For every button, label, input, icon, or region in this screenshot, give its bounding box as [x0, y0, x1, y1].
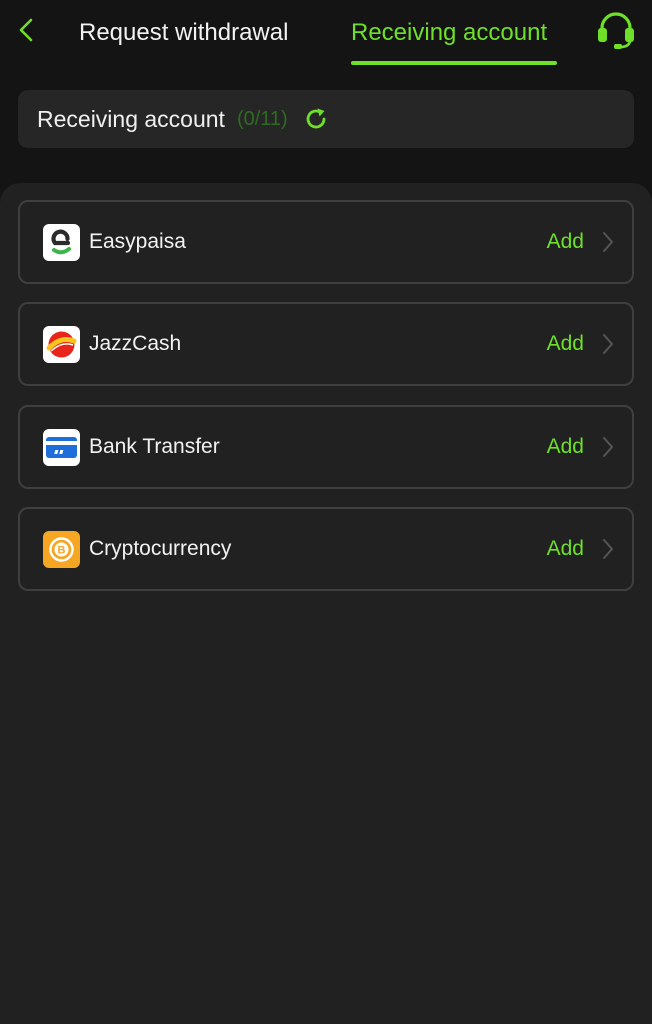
page: Request withdrawal Receiving account Rec… [0, 0, 652, 1024]
bitcoin-coin-icon: B [43, 531, 80, 568]
back-button[interactable] [10, 14, 42, 46]
chevron-right-icon [600, 229, 616, 255]
receiving-account-summary: Receiving account (0/11) [18, 90, 634, 148]
account-name: Cryptocurrency [89, 537, 232, 560]
add-button[interactable]: Add [547, 407, 584, 487]
add-button[interactable]: Add [547, 202, 584, 282]
jazzcash-logo-icon [43, 326, 80, 363]
add-button[interactable]: Add [547, 304, 584, 384]
svg-text:B: B [58, 545, 66, 557]
tab-label: Request withdrawal [79, 19, 289, 46]
account-name: JazzCash [89, 332, 182, 355]
top-nav-bar: Request withdrawal Receiving account [0, 0, 652, 66]
customer-support-button[interactable] [592, 9, 640, 51]
headset-icon [598, 12, 634, 49]
list-item-easypaisa[interactable]: Easypaisa Add [18, 200, 634, 284]
chevron-left-icon [19, 18, 33, 42]
tab-receiving-account[interactable]: Receiving account [351, 0, 547, 66]
summary-title: Receiving account [37, 105, 225, 132]
list-item-cryptocurrency[interactable]: B Cryptocurrency Add [18, 507, 634, 591]
bank-card-icon [43, 429, 80, 466]
chevron-right-icon [600, 331, 616, 357]
account-options-panel: Easypaisa Add JazzCash Add Bank Transfer… [0, 183, 652, 1024]
account-count: (0/11) [236, 107, 288, 130]
tab-request-withdrawal[interactable]: Request withdrawal [79, 0, 288, 66]
chevron-right-icon [600, 536, 616, 562]
refresh-button[interactable] [302, 105, 330, 133]
add-button[interactable]: Add [547, 509, 584, 589]
refresh-icon [306, 108, 326, 129]
account-name: Bank Transfer [89, 435, 220, 458]
active-tab-indicator [351, 61, 557, 65]
account-name: Easypaisa [89, 230, 186, 253]
easypaisa-logo-icon [43, 224, 80, 261]
tab-label: Receiving account [351, 19, 548, 46]
chevron-right-icon [600, 434, 616, 460]
list-item-bank-transfer[interactable]: Bank Transfer Add [18, 405, 634, 489]
list-item-jazzcash[interactable]: JazzCash Add [18, 302, 634, 386]
